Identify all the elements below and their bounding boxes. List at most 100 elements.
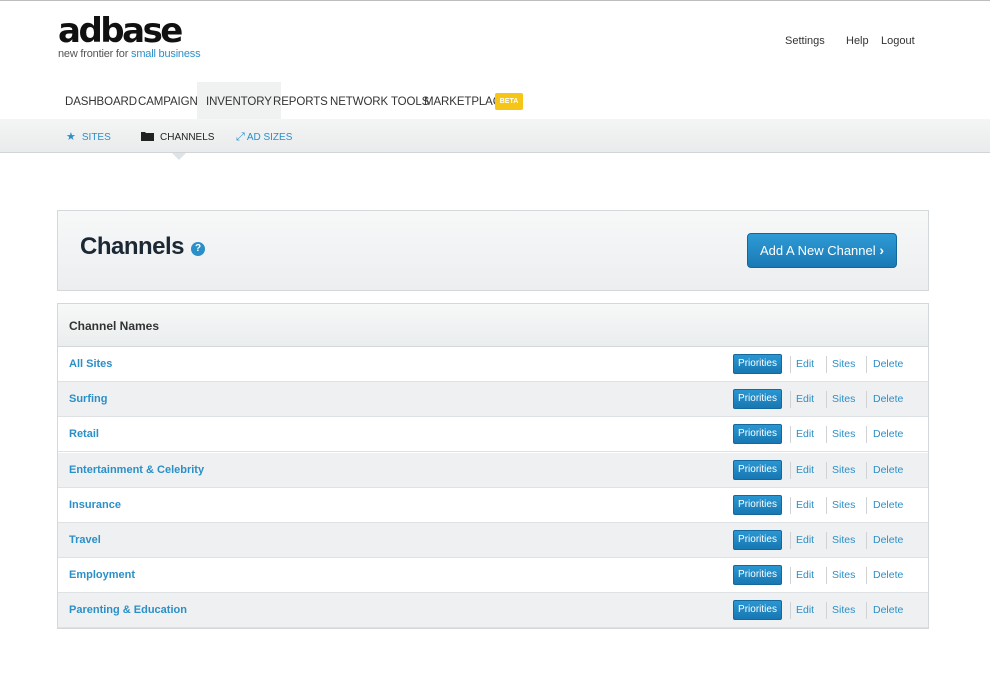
resize-icon: ⤢ xyxy=(236,131,245,143)
sites-link[interactable]: Sites xyxy=(832,534,855,546)
tagline-prefix: new frontier for xyxy=(58,48,132,60)
help-link[interactable]: Help xyxy=(846,35,869,47)
channel-name-link[interactable]: Employment xyxy=(69,569,135,581)
edit-link[interactable]: Edit xyxy=(796,393,814,405)
sites-link[interactable]: Sites xyxy=(832,464,855,476)
delete-link[interactable]: Delete xyxy=(873,358,903,370)
table-row: Insurance Priorities Edit Sites Delete xyxy=(58,487,928,523)
priorities-button[interactable]: Priorities xyxy=(733,600,782,621)
top-border xyxy=(0,0,990,1)
subnav-sites[interactable]: ★ SITES xyxy=(66,119,111,153)
delete-link[interactable]: Delete xyxy=(873,604,903,616)
sites-link[interactable]: Sites xyxy=(832,569,855,581)
priorities-button[interactable]: Priorities xyxy=(733,565,782,586)
priorities-button[interactable]: Priorities xyxy=(733,354,782,374)
star-icon: ★ xyxy=(66,131,76,143)
logout-link[interactable]: Logout xyxy=(881,35,915,47)
priorities-button[interactable]: Priorities xyxy=(733,530,782,550)
help-icon[interactable]: ? xyxy=(191,242,205,256)
tagline-highlight: small business xyxy=(131,48,201,60)
subnav-ad-sizes-label: AD SIZES xyxy=(246,132,293,143)
edit-link[interactable]: Edit xyxy=(796,534,814,546)
table-row: Retail Priorities Edit Sites Delete xyxy=(58,417,928,453)
divider xyxy=(866,461,867,479)
divider xyxy=(790,567,791,585)
sites-link[interactable]: Sites xyxy=(832,428,855,440)
sites-link[interactable]: Sites xyxy=(832,358,855,370)
divider xyxy=(866,567,867,585)
sub-nav: ★ SITES CHANNELS ⤢ AD SIZES xyxy=(0,119,990,153)
nav-dashboard[interactable]: DASHBOARD xyxy=(65,82,137,119)
subnav-channels-label: CHANNELS xyxy=(160,132,215,143)
logo-tagline: new frontier for small business xyxy=(58,48,201,60)
channel-name-link[interactable]: Retail xyxy=(69,428,99,440)
divider xyxy=(790,496,791,514)
priorities-button[interactable]: Priorities xyxy=(733,389,782,410)
delete-link[interactable]: Delete xyxy=(873,569,903,581)
table-row: Employment Priorities Edit Sites Delete xyxy=(58,558,928,594)
beta-badge: BETA xyxy=(495,93,523,110)
nav-inventory[interactable]: INVENTORY xyxy=(197,82,281,119)
table-row: All Sites Priorities Edit Sites Delete xyxy=(58,347,928,382)
divider xyxy=(826,356,827,373)
table-row: Travel Priorities Edit Sites Delete xyxy=(58,523,928,558)
priorities-button[interactable]: Priorities xyxy=(733,494,782,515)
settings-link[interactable]: Settings xyxy=(785,35,825,47)
edit-link[interactable]: Edit xyxy=(796,464,814,476)
divider xyxy=(866,602,867,620)
edit-link[interactable]: Edit xyxy=(796,569,814,581)
delete-link[interactable]: Delete xyxy=(873,464,903,476)
delete-link[interactable]: Delete xyxy=(873,534,903,546)
nav-campaigns[interactable]: CAMPAIGNS xyxy=(138,82,205,119)
add-channel-button[interactable]: Add A New Channel › xyxy=(747,233,897,268)
subnav-sites-label: SITES xyxy=(81,132,111,143)
channel-name-link[interactable]: Entertainment & Celebrity xyxy=(69,464,204,476)
divider xyxy=(790,602,791,620)
divider xyxy=(790,426,791,444)
chevron-right-icon: › xyxy=(879,242,884,258)
page-title: Channels xyxy=(80,233,185,260)
divider xyxy=(790,391,791,409)
sites-link[interactable]: Sites xyxy=(832,499,855,511)
divider xyxy=(826,426,827,444)
table-row: Surfing Priorities Edit Sites Delete xyxy=(58,382,928,418)
delete-link[interactable]: Delete xyxy=(873,393,903,405)
delete-link[interactable]: Delete xyxy=(873,499,903,511)
channels-table: Channel Names All Sites Priorities Edit Sit… xyxy=(57,303,929,629)
table-header: Channel Names xyxy=(58,304,928,347)
active-caret xyxy=(172,153,186,160)
nav-reports[interactable]: REPORTS xyxy=(273,82,328,119)
divider xyxy=(866,532,867,549)
divider xyxy=(866,356,867,373)
edit-link[interactable]: Edit xyxy=(796,358,814,370)
priorities-button[interactable]: Priorities xyxy=(733,459,782,480)
divider xyxy=(826,391,827,409)
add-channel-label: Add A New Channel xyxy=(760,243,876,258)
divider xyxy=(866,426,867,444)
channel-name-link[interactable]: Parenting & Education xyxy=(69,604,187,616)
edit-link[interactable]: Edit xyxy=(796,428,814,440)
channel-name-link[interactable]: Insurance xyxy=(69,499,121,511)
divider xyxy=(790,461,791,479)
divider xyxy=(866,391,867,409)
priorities-button[interactable]: Priorities xyxy=(733,424,782,445)
subnav-ad-sizes[interactable]: ⤢ AD SIZES xyxy=(236,119,292,153)
channel-name-link[interactable]: Surfing xyxy=(69,393,108,405)
sites-link[interactable]: Sites xyxy=(832,393,855,405)
folder-icon xyxy=(141,119,154,155)
divider xyxy=(790,532,791,549)
top-links: Settings Help Logout xyxy=(0,35,990,49)
divider xyxy=(866,496,867,514)
divider xyxy=(826,532,827,549)
divider xyxy=(826,567,827,585)
divider xyxy=(790,356,791,373)
edit-link[interactable]: Edit xyxy=(796,604,814,616)
delete-link[interactable]: Delete xyxy=(873,428,903,440)
table-row: Parenting & Education Priorities Edit Sites… xyxy=(58,593,928,629)
edit-link[interactable]: Edit xyxy=(796,499,814,511)
sites-link[interactable]: Sites xyxy=(832,604,855,616)
nav-network-tools[interactable]: NETWORK TOOLS xyxy=(330,82,429,119)
channel-name-link[interactable]: All Sites xyxy=(69,358,112,370)
subnav-channels[interactable]: CHANNELS xyxy=(141,119,214,153)
channel-name-link[interactable]: Travel xyxy=(69,534,101,546)
